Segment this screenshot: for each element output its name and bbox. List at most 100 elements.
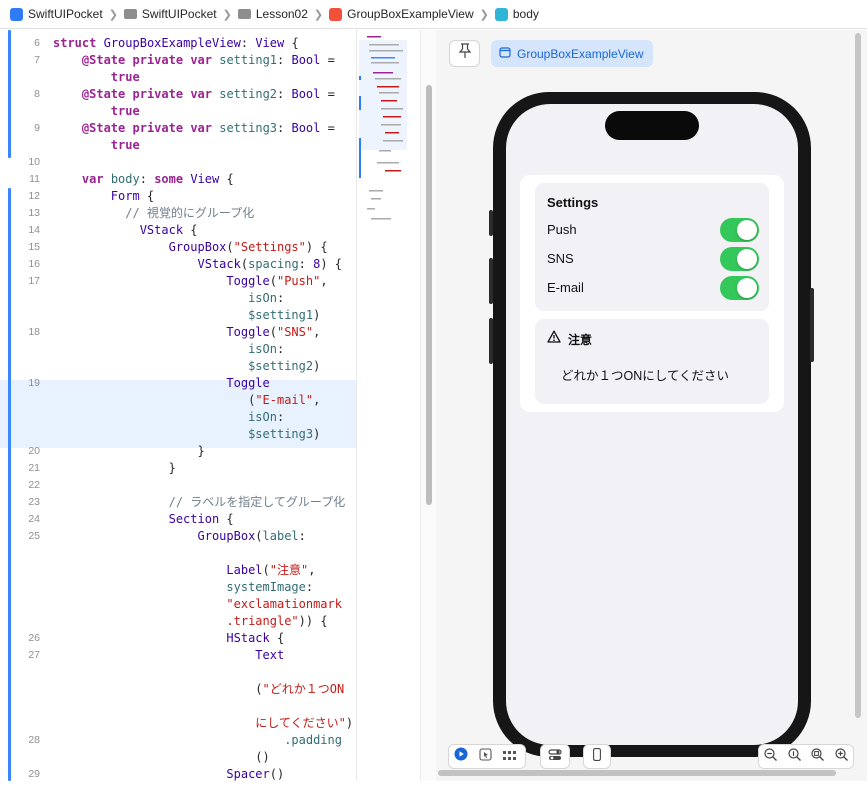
push-toggle[interactable] [720, 218, 759, 242]
code-line[interactable]: 6 struct GroupBoxExampleView: View { [0, 35, 356, 52]
code-text: () [53, 749, 269, 766]
code-line[interactable]: 22 [0, 477, 356, 494]
code-line[interactable]: isOn: [0, 290, 356, 307]
code-line[interactable]: () [0, 749, 356, 766]
editor-scroll-thumb[interactable] [426, 85, 432, 505]
email-toggle[interactable] [720, 276, 759, 300]
code-text: $setting1) [53, 307, 320, 324]
zoom-actual-button[interactable] [783, 745, 807, 768]
code-text: "exclamationmark [53, 596, 342, 613]
code-line[interactable]: 16 VStack(spacing: 8) { [0, 256, 356, 273]
code-line[interactable]: $setting1) [0, 307, 356, 324]
code-token: struct [53, 36, 97, 50]
zoom-in-button[interactable] [830, 745, 854, 768]
code-line[interactable]: ("E-mail", [0, 392, 356, 409]
code-line[interactable]: 26 HStack { [0, 630, 356, 647]
sns-toggle[interactable] [720, 247, 759, 271]
code-token: : [240, 36, 256, 50]
breadcrumb-item[interactable]: Lesson02 [237, 7, 308, 21]
code-line[interactable]: 11 var body: some View { [0, 171, 356, 188]
code-line[interactable]: 28 .padding [0, 732, 356, 749]
code-line[interactable]: $setting2) [0, 358, 356, 375]
line-number: 6 [34, 37, 40, 49]
code-line[interactable]: 10 [0, 154, 356, 171]
code-token: ( [226, 240, 234, 254]
code-line[interactable] [0, 698, 356, 715]
zoom-out-button[interactable] [759, 745, 783, 768]
code-line[interactable]: Label("注意", [0, 562, 356, 579]
code-line[interactable]: true [0, 137, 356, 154]
warning-title: 注意 [568, 333, 593, 347]
code-text: true [53, 103, 140, 120]
breadcrumb-item[interactable]: SwiftUIPocket [123, 7, 217, 21]
code-line[interactable]: 27 Text [0, 647, 356, 664]
code-token: $setting2 [248, 359, 314, 373]
code-text: GroupBox(label: [53, 528, 306, 545]
code-token: , [320, 274, 328, 288]
code-line[interactable]: 21 } [0, 460, 356, 477]
settings-title: Settings [547, 195, 599, 210]
pin-button[interactable] [449, 40, 480, 67]
code-line[interactable]: true [0, 103, 356, 120]
code-line[interactable]: systemImage: [0, 579, 356, 596]
code-line[interactable]: 17 Toggle("Push", [0, 273, 356, 290]
code-text: // 視覚的にグループ化 [53, 205, 254, 222]
breadcrumb-item[interactable]: GroupBoxExampleView [329, 7, 474, 21]
code-line[interactable]: 23 // ラベルを指定してグループ化 [0, 494, 356, 511]
code-line[interactable]: 25 GroupBox(label: [0, 528, 356, 545]
code-token: .padding [284, 733, 342, 747]
breadcrumb-label: SwiftUIPocket [28, 7, 103, 21]
code-token: "Push" [276, 274, 321, 288]
code-line[interactable]: isOn: [0, 409, 356, 426]
code-token: { [284, 36, 299, 50]
code-line[interactable]: 18 Toggle("SNS", [0, 324, 356, 341]
code-line[interactable]: 7 @State private var setting1: Bool = [0, 52, 356, 69]
code-line[interactable]: 29 Spacer() [0, 766, 356, 781]
selectable-mode-button[interactable] [473, 745, 497, 768]
code-line[interactable]: 20 } [0, 443, 356, 460]
code-token: "Settings" [233, 240, 306, 254]
live-preview-button[interactable] [449, 745, 473, 768]
code-line[interactable]: にしてください") [0, 715, 356, 732]
device-button[interactable] [583, 744, 611, 769]
pin-icon [458, 43, 472, 64]
code-token: // ラベルを指定してグループ化 [168, 495, 346, 509]
code-line[interactable]: isOn: [0, 341, 356, 358]
code-editor[interactable]: 6 struct GroupBoxExampleView: View {7 @St… [0, 30, 356, 781]
code-line[interactable]: "exclamationmark [0, 596, 356, 613]
canvas-horizontal-scrollbar[interactable] [438, 770, 836, 776]
line-number: 28 [28, 734, 40, 746]
code-line[interactable]: 19 Toggle [0, 375, 356, 392]
code-line[interactable] [0, 664, 356, 681]
minimap[interactable] [356, 30, 420, 781]
code-text: $setting3) [53, 426, 320, 443]
code-line[interactable]: 14 VStack { [0, 222, 356, 239]
code-line[interactable]: $setting3) [0, 426, 356, 443]
preview-selector-chip[interactable]: GroupBoxExampleView [491, 40, 653, 67]
editor-scrollbar[interactable] [420, 30, 436, 781]
canvas-vertical-scrollbar[interactable] [855, 33, 861, 718]
code-line[interactable]: 24 Section { [0, 511, 356, 528]
code-line[interactable]: true [0, 69, 356, 86]
breadcrumb-item[interactable]: body [494, 7, 539, 21]
code-token: : [276, 410, 285, 424]
code-line[interactable]: 9 @State private var setting3: Bool = [0, 120, 356, 137]
breadcrumb-item[interactable]: SwiftUIPocket [10, 7, 103, 21]
zoom-in-icon [835, 747, 848, 766]
exclamationmark-triangle-icon [547, 330, 561, 348]
breadcrumb-label: Lesson02 [255, 7, 308, 21]
canvas-settings-button[interactable] [540, 744, 570, 769]
zoom-fit-button[interactable] [806, 745, 830, 768]
code-line[interactable]: 12 Form { [0, 188, 356, 205]
code-line[interactable]: 8 @State private var setting2: Bool = [0, 86, 356, 103]
variants-button[interactable] [497, 745, 521, 768]
code-line[interactable]: ("どれか１つON [0, 681, 356, 698]
code-line[interactable]: 15 GroupBox("Settings") { [0, 239, 356, 256]
code-token: VStack [197, 257, 241, 271]
code-text: } [53, 460, 176, 477]
code-line[interactable]: 13 // 視覚的にグループ化 [0, 205, 356, 222]
code-line[interactable]: .triangle")) { [0, 613, 356, 630]
